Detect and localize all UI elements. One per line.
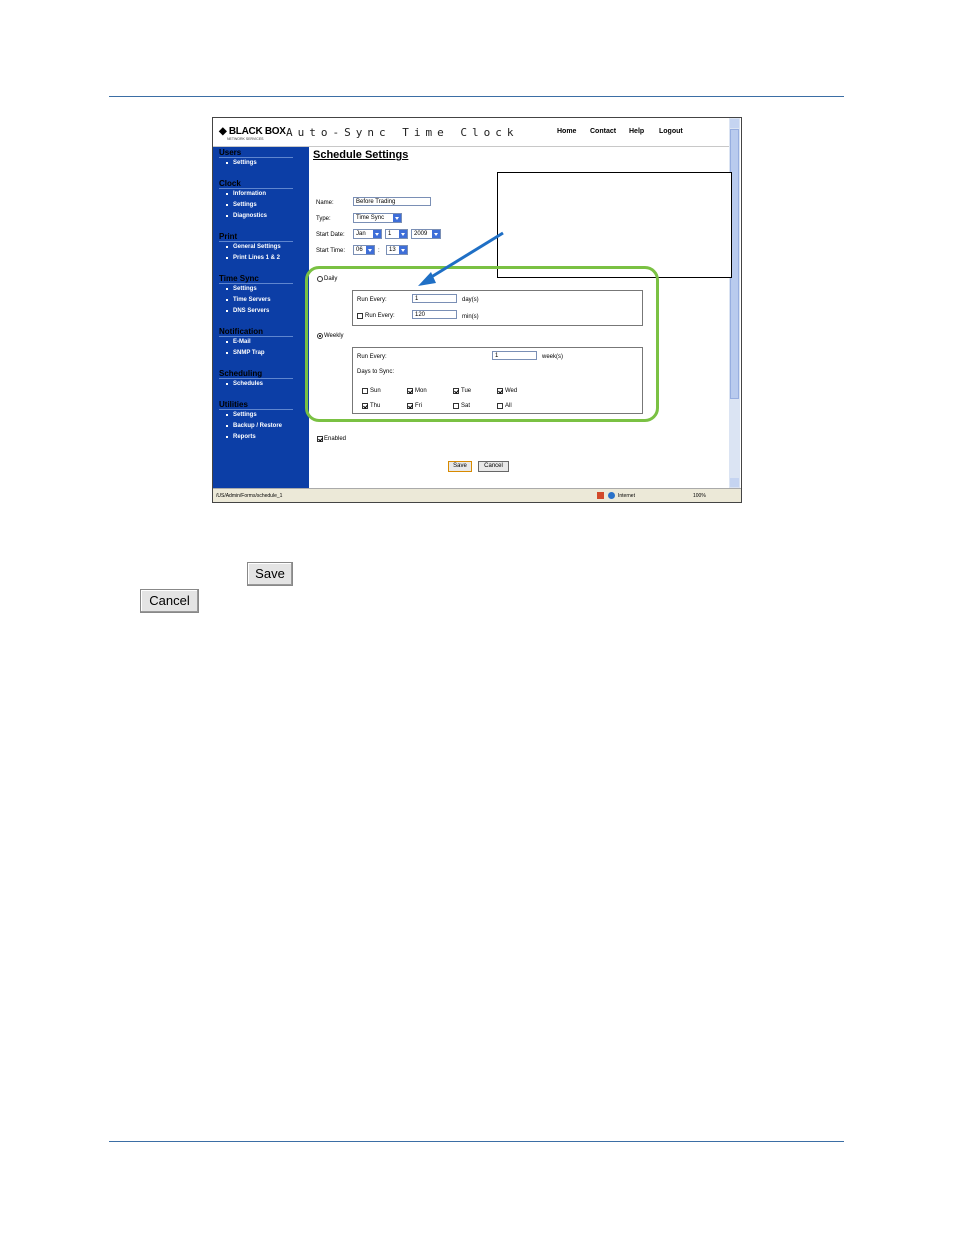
sidebar-section-users[interactable]: Users — [219, 148, 293, 158]
nav-home-link[interactable]: Home — [557, 128, 576, 135]
year-select-value: 2009 — [414, 231, 428, 237]
sidebar-section-scheduling[interactable]: Scheduling — [219, 369, 293, 379]
enabled-checkbox[interactable] — [317, 436, 323, 442]
sidebar-item-clock-information[interactable]: Information — [226, 190, 266, 198]
chevron-down-icon — [366, 246, 374, 254]
callout-box — [497, 172, 732, 278]
sidebar-section-notification[interactable]: Notification — [219, 327, 293, 337]
header-rule — [109, 96, 844, 97]
chevron-down-icon — [393, 214, 401, 222]
time-separator: : — [378, 248, 380, 254]
month-select[interactable]: Jan — [353, 229, 382, 239]
app-header: ◆ BLACK BOX NETWORK SERVICES Auto-Sync T… — [213, 118, 729, 147]
sidebar-section-clock[interactable]: Clock — [219, 179, 293, 189]
sidebar-item-notification-email[interactable]: E-Mail — [226, 338, 251, 346]
start-date-label: Start Date: — [316, 232, 345, 238]
sidebar-item-timesync-settings[interactable]: Settings — [226, 285, 257, 293]
minute-select-value: 13 — [389, 247, 396, 253]
browser-status-bar: /US/Admin/Forms/schedule_1 Internet 100% — [213, 488, 741, 502]
sidebar-item-utilities-backup[interactable]: Backup / Restore — [225, 422, 282, 430]
sidebar-item-utilities-settings[interactable]: Settings — [226, 411, 257, 419]
sidebar-item-timesync-dns[interactable]: DNS Servers — [225, 307, 269, 315]
nav-logout-link[interactable]: Logout — [659, 128, 683, 135]
sidebar-item-print-general[interactable]: General Settings — [226, 243, 281, 251]
year-select[interactable]: 2009 — [411, 229, 441, 239]
doc-cancel-button-image: Cancel — [140, 589, 199, 613]
chevron-down-icon — [432, 230, 440, 238]
start-time-label: Start Time: — [316, 248, 346, 254]
scroll-down-icon[interactable] — [730, 478, 739, 487]
brand-logo: ◆ BLACK BOX — [219, 126, 286, 137]
security-icon — [597, 492, 604, 499]
brand-subtitle: NETWORK SERVICES — [227, 137, 264, 141]
sidebar: Users Settings Clock Information Setting… — [213, 147, 309, 488]
sidebar-item-clock-settings[interactable]: Settings — [226, 201, 257, 209]
sidebar-section-print[interactable]: Print — [219, 232, 293, 242]
sidebar-item-print-lines[interactable]: Print Lines 1 & 2 — [225, 254, 280, 262]
nav-contact-link[interactable]: Contact — [590, 128, 616, 135]
month-select-value: Jan — [356, 231, 366, 237]
sidebar-item-utilities-reports[interactable]: Reports — [226, 433, 256, 441]
sidebar-item-scheduling-schedules[interactable]: Schedules — [225, 380, 263, 388]
footer-rule — [109, 1141, 844, 1142]
chevron-down-icon — [373, 230, 381, 238]
status-zoom[interactable]: 100% — [693, 492, 706, 500]
sidebar-item-users-settings[interactable]: Settings — [226, 159, 257, 167]
hour-select[interactable]: 06 — [353, 245, 375, 255]
save-button[interactable]: Save — [448, 461, 472, 472]
nav-help-link[interactable]: Help — [629, 128, 644, 135]
doc-save-button-image: Save — [247, 562, 293, 586]
sidebar-item-notification-snmp[interactable]: SNMP Trap — [226, 349, 265, 357]
name-input[interactable]: Before Trading — [353, 197, 431, 206]
sidebar-section-timesync[interactable]: Time Sync — [219, 274, 293, 284]
status-url: /US/Admin/Forms/schedule_1 — [216, 493, 283, 499]
hour-select-value: 06 — [356, 247, 363, 253]
sidebar-item-timesync-servers[interactable]: Time Servers — [226, 296, 271, 304]
scroll-up-icon[interactable] — [730, 119, 739, 128]
type-select-value: Time Sync — [356, 215, 385, 221]
page-title: Schedule Settings — [313, 149, 409, 161]
highlight-frame — [305, 266, 659, 422]
type-label: Type: — [316, 216, 331, 222]
globe-icon — [608, 492, 615, 499]
type-select[interactable]: Time Sync — [353, 213, 402, 223]
chevron-down-icon — [399, 230, 407, 238]
day-select-value: 1 — [388, 231, 392, 237]
chevron-down-icon — [399, 246, 407, 254]
day-select[interactable]: 1 — [385, 229, 408, 239]
sidebar-section-utilities[interactable]: Utilities — [219, 400, 293, 410]
sidebar-item-clock-diagnostics[interactable]: Diagnostics — [225, 212, 267, 220]
app-title: Auto-Sync Time Clock — [286, 126, 519, 139]
minute-select[interactable]: 13 — [386, 245, 408, 255]
cancel-button[interactable]: Cancel — [478, 461, 509, 472]
enabled-label: Enabled — [324, 436, 347, 442]
status-zone: Internet — [618, 493, 635, 499]
name-label: Name: — [316, 200, 334, 206]
